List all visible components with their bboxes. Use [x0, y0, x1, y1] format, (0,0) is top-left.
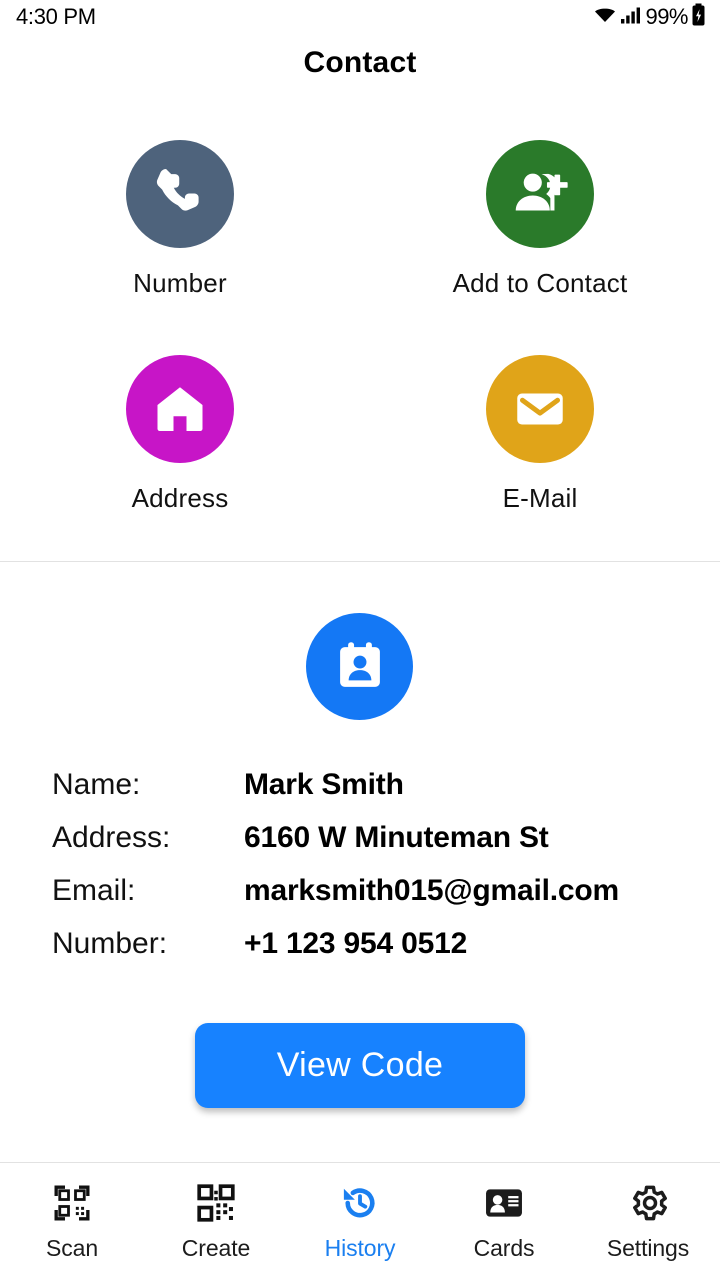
detail-label: Number:	[52, 927, 168, 960]
contact-book-icon	[306, 613, 413, 720]
action-row-2: Address E-Mail	[0, 299, 720, 514]
action-address[interactable]: Address	[0, 355, 360, 514]
detail-row-email: Email: marksmith015@gmail.com	[52, 874, 672, 927]
nav-item-settings[interactable]: Settings	[576, 1163, 720, 1280]
gear-icon[interactable]	[626, 1181, 670, 1225]
phone-icon[interactable]	[126, 140, 234, 248]
detail-row-number: Number: +1 123 954 0512	[52, 927, 672, 980]
nav-item-create[interactable]: Create	[144, 1163, 288, 1280]
bottom-navigation: Scan Create History Cards Settings	[0, 1163, 720, 1280]
nav-label: History	[324, 1235, 396, 1261]
battery-percent-label: 99%	[645, 4, 688, 29]
action-label: Add to Contact	[452, 268, 628, 298]
status-indicators: 99%	[593, 3, 706, 32]
action-email[interactable]: E-Mail	[360, 355, 720, 514]
cellular-signal-icon	[620, 5, 642, 30]
action-row-1: Number Add to Contact	[0, 140, 720, 299]
nav-item-scan[interactable]: Scan	[0, 1163, 144, 1280]
nav-label: Create	[181, 1235, 251, 1261]
nav-label: Settings	[606, 1235, 690, 1261]
action-label: Address	[131, 483, 229, 513]
person-add-icon[interactable]	[486, 140, 594, 248]
action-grid: Number Add to Contact Address E-Mail	[0, 140, 720, 514]
action-add-to-contact[interactable]: Add to Contact	[360, 140, 720, 299]
home-icon[interactable]	[126, 355, 234, 463]
status-bar: 4:30 PM 99%	[0, 0, 720, 34]
page-title: Contact	[303, 46, 417, 79]
nav-label: Cards	[473, 1235, 535, 1261]
detail-value-number: +1 123 954 0512	[244, 927, 468, 960]
detail-row-name: Name: Mark Smith	[52, 768, 672, 821]
id-card-icon[interactable]	[482, 1181, 526, 1225]
status-time: 4:30 PM	[16, 4, 96, 29]
action-number[interactable]: Number	[0, 140, 360, 299]
view-code-button[interactable]: View Code	[195, 1023, 525, 1108]
detail-value-address: 6160 W Minuteman St	[244, 821, 549, 854]
detail-label: Name:	[52, 768, 141, 801]
history-icon[interactable]	[338, 1181, 382, 1225]
detail-value-email: marksmith015@gmail.com	[244, 874, 620, 907]
qr-create-icon[interactable]	[195, 1181, 237, 1225]
nav-label: Scan	[45, 1235, 99, 1261]
contact-screen: 4:30 PM 99% Contact Number Add to Contac…	[0, 0, 720, 1280]
detail-value-name: Mark Smith	[244, 768, 404, 801]
action-label: E-Mail	[502, 483, 578, 513]
detail-row-address: Address: 6160 W Minuteman St	[52, 821, 672, 874]
contact-details: Name: Mark Smith Address: 6160 W Minutem…	[52, 768, 672, 980]
detail-label: Address:	[52, 821, 171, 854]
nav-item-history[interactable]: History	[288, 1163, 432, 1280]
section-divider	[0, 561, 720, 562]
nav-item-cards[interactable]: Cards	[432, 1163, 576, 1280]
detail-label: Email:	[52, 874, 136, 907]
action-label: Number	[133, 268, 227, 298]
qr-scan-icon[interactable]	[51, 1181, 93, 1225]
wifi-icon	[593, 5, 617, 30]
battery-charging-icon	[691, 3, 706, 32]
envelope-icon[interactable]	[486, 355, 594, 463]
